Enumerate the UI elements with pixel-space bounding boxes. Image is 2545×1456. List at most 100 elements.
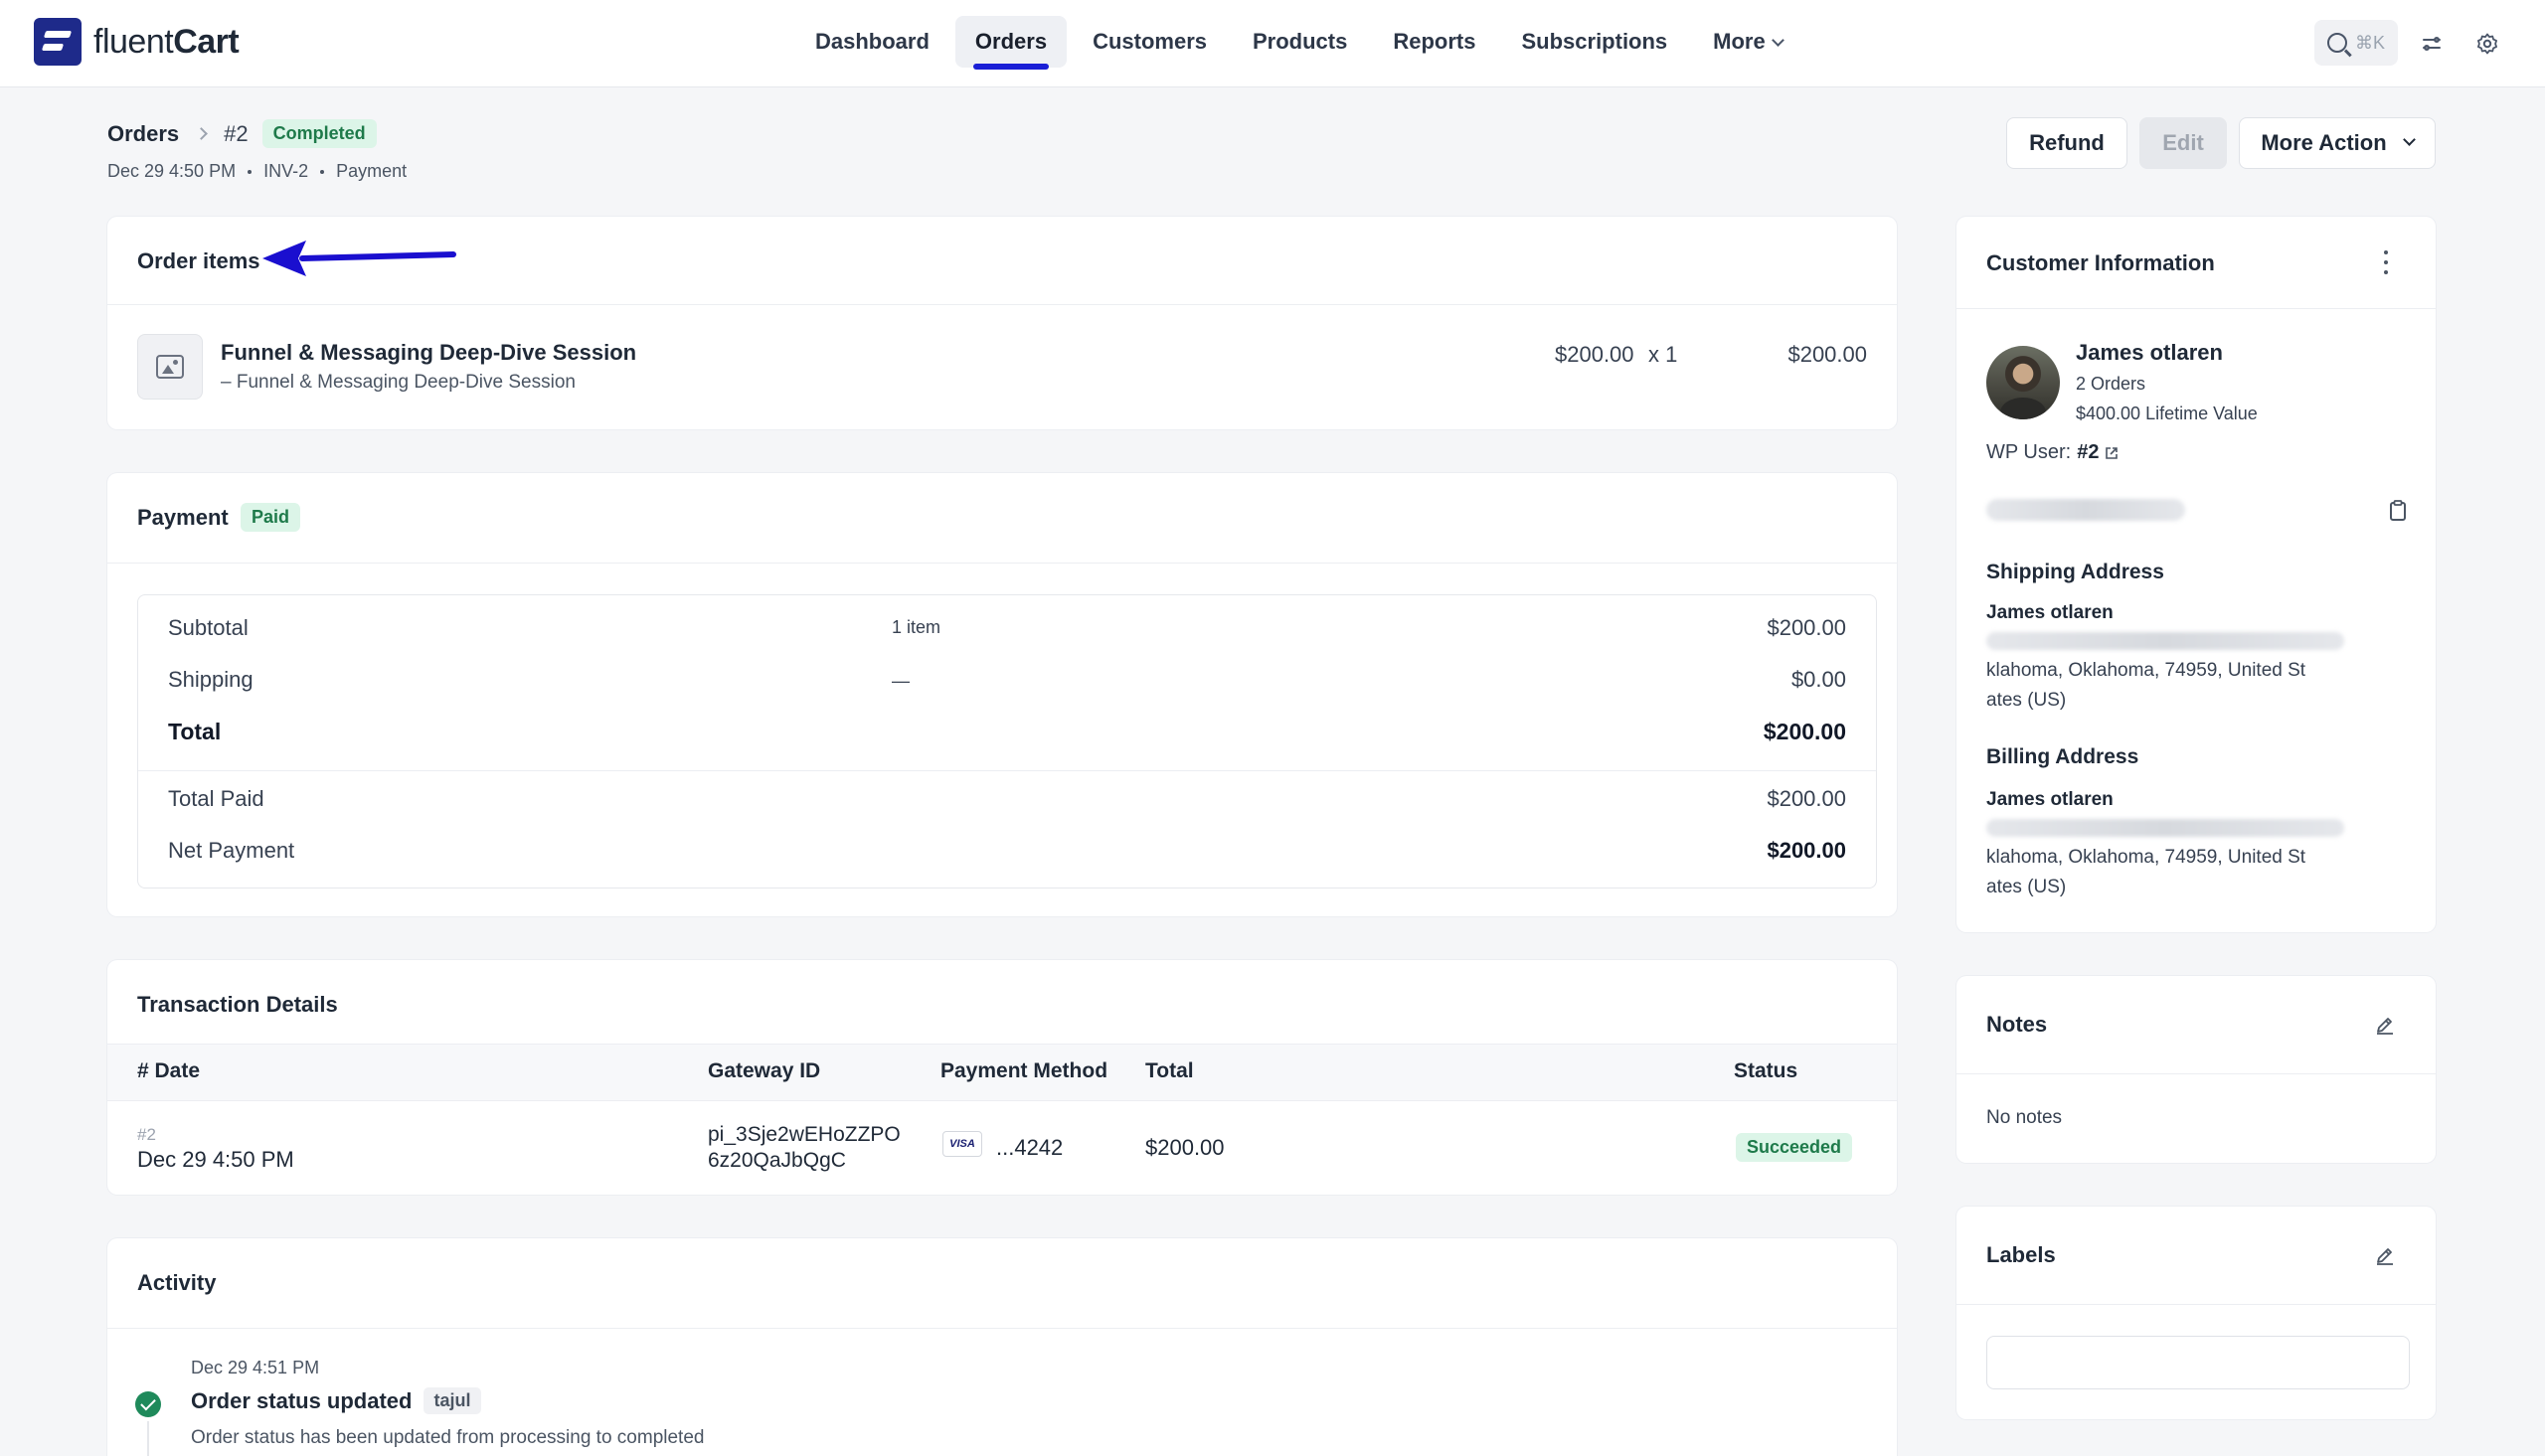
customer-information-title: Customer Information [1986,250,2215,275]
annotation-arrow-icon [262,241,456,276]
wp-user-link[interactable]: #2 [2077,441,2099,464]
order-items-title: Order items [137,248,260,273]
item-name[interactable]: Funnel & Messaging Deep-Dive Session [221,340,636,366]
clipboard-copy-icon[interactable] [2388,499,2408,523]
card-divider [107,304,1897,305]
activity-title: Activity [137,1270,217,1295]
summary-divider [138,770,1876,771]
timeline-line [147,1421,149,1456]
transaction-status-badge: Succeeded [1736,1133,1853,1162]
gateway-id-line1[interactable]: pi_3Sje2wEHoZZPO [708,1123,901,1147]
shipping-name: James otlaren [1986,602,2114,623]
nav-item-reports[interactable]: Reports [1373,16,1495,68]
shipping-address-line2: ates (US) [1986,690,2067,711]
net-payment-value: $200.00 [1767,838,1846,863]
wp-user-label: WP User: [1986,441,2072,463]
column-payment-method: Payment Method [940,1059,1108,1082]
billing-street-redacted [1986,819,2344,837]
column-date: # Date [137,1059,201,1082]
nav-item-products[interactable]: Products [1233,16,1367,68]
more-action-label: More Action [2261,130,2387,155]
gateway-id-line2[interactable]: 6z20QaJbQgC [708,1149,846,1173]
transaction-date: Dec 29 4:50 PM [137,1147,294,1172]
item-variant: – Funnel & Messaging Deep-Dive Session [221,372,576,393]
edit-pencil-icon[interactable] [2374,1014,2396,1036]
order-type: Payment [336,161,408,181]
more-vertical-icon[interactable] [2383,250,2389,274]
card-last4: ...4242 [996,1135,1064,1160]
card-divider [1956,308,2436,309]
billing-name: James otlaren [1986,789,2114,810]
chevron-down-icon [2402,132,2416,146]
more-action-button[interactable]: More Action [2239,117,2436,169]
visa-card-icon: VISA [942,1131,982,1157]
order-meta: Dec 29 4:50 PM INV-2 Payment [107,161,407,182]
breadcrumb-orders-link[interactable]: Orders [107,121,179,147]
column-total: Total [1145,1059,1194,1082]
customer-lifetime-value: $400.00 Lifetime Value [2076,404,2258,423]
activity-time: Dec 29 4:51 PM [191,1358,320,1377]
refund-button[interactable]: Refund [2006,117,2127,169]
chevron-down-icon [1771,34,1784,47]
column-status: Status [1734,1059,1798,1082]
gear-icon[interactable] [2471,28,2503,60]
search-icon [2326,33,2347,53]
edit-button[interactable]: Edit [2139,117,2227,169]
external-link-icon[interactable] [2105,446,2119,460]
transaction-details-title: Transaction Details [137,992,338,1017]
card-divider [1956,1073,2436,1074]
notes-title: Notes [1986,1012,2048,1037]
labels-input[interactable] [1986,1336,2410,1389]
customer-information-card: Customer Information James otlaren 2 Ord… [1956,217,2436,932]
total-paid-label: Total Paid [168,786,264,811]
nav-item-subscriptions[interactable]: Subscriptions [1501,16,1687,68]
shipping-street-redacted [1986,632,2344,650]
customer-name[interactable]: James otlaren [2076,340,2223,366]
edit-pencil-icon[interactable] [2374,1244,2396,1266]
card-divider [107,1328,1897,1329]
billing-address-line1: klahoma, Oklahoma, 74959, United St [1986,847,2306,868]
labels-card: Labels [1956,1207,2436,1419]
notes-empty-text: No notes [1986,1107,2063,1128]
activity-card: Activity Dec 29 4:51 PM Order status upd… [107,1238,1897,1456]
order-items-card: Order items Funnel & Messaging Deep-Dive… [107,217,1897,429]
payment-status-badge: Paid [241,503,301,532]
item-quantity: x 1 [1648,342,1678,367]
app-logo[interactable]: fluentCart [34,18,240,66]
item-thumbnail [137,334,203,400]
transaction-id: #2 [137,1125,156,1144]
order-date: Dec 29 4:50 PM [107,161,237,181]
subtotal-label: Subtotal [168,615,249,640]
activity-entry-header: Order status updated tajul [191,1387,481,1414]
shipping-label: Shipping [168,667,254,692]
separator-dot [248,169,253,174]
shipping-address-line1: klahoma, Oklahoma, 74959, United St [1986,660,2306,681]
search-button[interactable]: ⌘K [2314,20,2398,66]
breadcrumb: Orders #2 Completed [107,119,377,148]
nav-item-more[interactable]: More [1693,16,1802,68]
search-shortcut: ⌘K [2354,32,2385,53]
card-divider [1956,1304,2436,1305]
avatar[interactable] [1986,346,2060,419]
nav-more-label: More [1713,29,1766,54]
shipping-address-title: Shipping Address [1986,561,2164,583]
activity-title-text: Order status updated [191,1387,413,1413]
sliders-icon[interactable] [2416,28,2448,60]
order-invoice: INV-2 [263,161,309,181]
nav-item-orders[interactable]: Orders [954,16,1068,70]
item-unit-price: $200.00 [1555,342,1634,367]
shipping-value: $0.00 [1790,667,1846,692]
shipping-method: — [892,671,910,691]
activity-user-tag: tajul [424,1387,481,1414]
image-placeholder-icon [156,355,184,379]
nav-item-customers[interactable]: Customers [1073,16,1227,68]
check-circle-icon [135,1391,161,1417]
activity-description: Order status has been updated from proce… [191,1427,705,1448]
labels-title: Labels [1986,1242,2056,1267]
payment-card: Payment Paid Subtotal 1 item $200.00 Shi… [107,473,1897,916]
main-nav: Dashboard Orders Customers Products Repo… [795,16,1802,70]
nav-item-dashboard[interactable]: Dashboard [795,16,949,68]
billing-address-title: Billing Address [1986,745,2139,768]
breadcrumb-order-id: #2 [224,120,249,146]
card-divider [107,563,1897,564]
